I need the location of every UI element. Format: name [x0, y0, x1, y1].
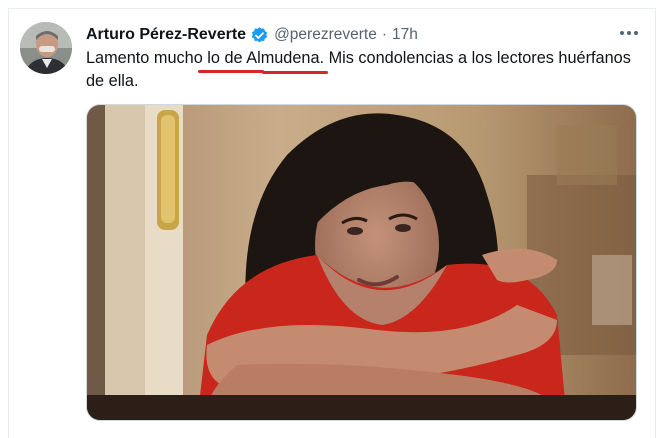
author-avatar[interactable]	[20, 22, 72, 74]
verified-badge-icon	[250, 26, 269, 45]
tweet-header: Arturo Pérez-Reverte @perezreverte · 17h	[86, 24, 418, 46]
more-options-icon[interactable]	[618, 24, 640, 42]
tweet-text-line2: de ella.	[86, 72, 139, 90]
annotation-underline	[198, 70, 264, 73]
tweet-text-highlight: lo de Almudena	[207, 49, 320, 67]
tweet-text-part: . Mis condolencias a los lectores huérfa…	[319, 49, 631, 67]
tweet-text-part: Lamento mucho	[86, 49, 208, 67]
author-name[interactable]: Arturo Pérez-Reverte	[86, 26, 246, 44]
separator-dot: ·	[381, 26, 387, 43]
author-handle[interactable]: @perezreverte	[274, 26, 377, 44]
tweet-text: Lamento mucho lo de Almudena. Mis condol…	[86, 47, 646, 93]
tweet-timestamp[interactable]: 17h	[392, 26, 418, 44]
annotation-underline	[262, 71, 328, 74]
tweet-photo[interactable]	[86, 104, 637, 421]
